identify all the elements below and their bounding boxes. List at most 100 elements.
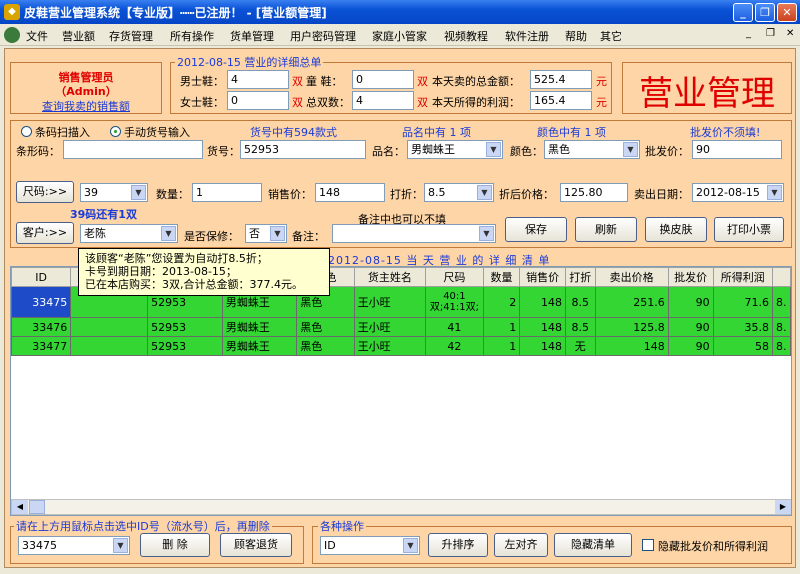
column-header[interactable]: 卖出价格	[594, 267, 669, 287]
delete-button[interactable]: 删 除	[140, 533, 210, 557]
column-header[interactable]: 销售价	[519, 267, 566, 287]
mdi-minimize-button[interactable]: _	[746, 28, 751, 39]
table-cell[interactable]: 251.6	[594, 286, 669, 318]
menu-inventory[interactable]: 存货管理	[109, 28, 153, 44]
table-cell[interactable]	[70, 317, 149, 337]
menu-help[interactable]: 帮助	[565, 28, 587, 44]
table-cell[interactable]: 58	[712, 336, 773, 356]
hide-wholesale-checkbox[interactable]	[642, 539, 654, 551]
minimize-button[interactable]: _	[733, 3, 753, 22]
customer-select[interactable]: 老陈 ▼	[80, 224, 178, 243]
horizontal-scrollbar[interactable]: ◀ ▶	[11, 499, 791, 515]
table-cell[interactable]: 王小旺	[353, 336, 427, 356]
table-cell[interactable]: 148	[519, 336, 566, 356]
table-cell[interactable]	[70, 336, 149, 356]
table-row[interactable]: 33476 52953 男蜘蛛王 黑色 王小旺 41 1 148 8.5 125.8 90 35.8 8…	[11, 317, 791, 337]
table-cell[interactable]: 1	[482, 317, 521, 337]
table-cell[interactable]: 125.8	[594, 317, 669, 337]
table-cell[interactable]: 90	[667, 317, 714, 337]
column-header[interactable]: ID	[11, 267, 72, 287]
column-header[interactable]: 打折	[565, 267, 596, 287]
column-header[interactable]: 所得利润	[712, 267, 773, 287]
table-cell[interactable]: 52953	[147, 317, 223, 337]
qty-input[interactable]: 1	[192, 183, 262, 202]
wholesale-input[interactable]: 90	[692, 140, 782, 159]
name-select[interactable]: 男蜘蛛王 ▼	[407, 140, 503, 159]
close-button[interactable]: ✕	[777, 3, 797, 22]
chevron-down-icon[interactable]: ▼	[477, 185, 492, 200]
table-cell[interactable]: 33477	[11, 336, 72, 356]
table-cell[interactable]: 8.5	[565, 317, 596, 337]
menu-video[interactable]: 视频教程	[444, 28, 488, 44]
menu-orders[interactable]: 货单管理	[230, 28, 274, 44]
column-header[interactable]	[771, 267, 791, 287]
table-cell[interactable]: 52953	[147, 336, 223, 356]
save-button[interactable]: 保存	[505, 217, 567, 242]
align-left-button[interactable]: 左对齐	[494, 533, 548, 557]
table-cell[interactable]: 8.5	[565, 286, 596, 318]
customer-button[interactable]: 客户:>>	[16, 222, 74, 244]
manual-radio[interactable]	[110, 126, 121, 137]
table-cell[interactable]: 42	[425, 336, 484, 356]
menu-register[interactable]: 软件注册	[505, 28, 549, 44]
menu-home[interactable]: 家庭小管家	[372, 28, 427, 44]
table-cell[interactable]: 41	[425, 317, 484, 337]
chevron-down-icon[interactable]: ▼	[270, 226, 285, 241]
women-count-field[interactable]: 0	[227, 91, 289, 110]
menu-other[interactable]: 其它	[600, 28, 622, 44]
table-cell[interactable]: 黑色	[296, 336, 355, 356]
table-cell[interactable]: 王小旺	[353, 286, 427, 318]
warranty-select[interactable]: 否 ▼	[245, 224, 287, 243]
table-cell[interactable]: 无	[565, 336, 596, 356]
chevron-down-icon[interactable]: ▼	[486, 142, 501, 157]
chevron-down-icon[interactable]: ▼	[623, 142, 638, 157]
after-discount-input[interactable]: 125.80	[560, 183, 628, 202]
table-cell[interactable]: 148	[519, 317, 566, 337]
print-receipt-button[interactable]: 打印小票	[714, 217, 784, 242]
sort-field-select[interactable]: ID ▼	[320, 536, 420, 555]
mdi-close-button[interactable]: ✕	[786, 28, 794, 39]
table-cell[interactable]: 男蜘蛛王	[221, 317, 298, 337]
price-input[interactable]: 148	[315, 183, 385, 202]
column-header[interactable]: 尺码	[425, 267, 484, 287]
column-header[interactable]: 数量	[482, 267, 521, 287]
table-cell[interactable]: 男蜘蛛王	[221, 336, 298, 356]
kids-count-field[interactable]: 0	[352, 70, 414, 89]
customer-return-button[interactable]: 顾客退货	[220, 533, 292, 557]
goods-no-input[interactable]: 52953	[240, 140, 366, 159]
mdi-restore-button[interactable]: ❐	[766, 28, 775, 39]
profit-field[interactable]: 165.4	[530, 91, 592, 110]
chevron-down-icon[interactable]: ▼	[479, 226, 494, 241]
table-cell[interactable]: 8.	[771, 286, 791, 318]
sort-asc-button[interactable]: 升排序	[428, 533, 488, 557]
chevron-down-icon[interactable]: ▼	[131, 185, 146, 200]
scroll-left-icon[interactable]: ◀	[12, 500, 28, 514]
maximize-button[interactable]: ❐	[755, 3, 775, 22]
column-header[interactable]: 批发价	[667, 267, 714, 287]
chevron-down-icon[interactable]: ▼	[161, 226, 176, 241]
table-cell[interactable]: 90	[667, 286, 714, 318]
total-pairs-field[interactable]: 4	[352, 91, 414, 110]
table-cell[interactable]: 33475	[11, 286, 72, 318]
refresh-button[interactable]: 刷新	[575, 217, 637, 242]
my-sales-link[interactable]: 查询我卖的销售额	[11, 98, 161, 114]
table-cell[interactable]: 71.6	[712, 286, 773, 318]
table-cell[interactable]: 35.8	[712, 317, 773, 337]
table-cell[interactable]: 王小旺	[353, 317, 427, 337]
remark-select[interactable]: ▼	[332, 224, 496, 243]
menu-file[interactable]: 文件	[26, 28, 48, 44]
total-amount-field[interactable]: 525.4	[530, 70, 592, 89]
column-header[interactable]: 货主姓名	[353, 267, 427, 287]
men-count-field[interactable]: 4	[227, 70, 289, 89]
table-cell[interactable]: 8.	[771, 336, 791, 356]
table-cell[interactable]: 33476	[11, 317, 72, 337]
size-select[interactable]: 39 ▼	[80, 183, 148, 202]
table-cell[interactable]: 1	[482, 336, 521, 356]
hide-list-button[interactable]: 隐藏清单	[554, 533, 632, 557]
chevron-down-icon[interactable]: ▼	[403, 538, 418, 553]
chevron-down-icon[interactable]: ▼	[113, 538, 128, 553]
date-picker[interactable]: 2012-08-15 ▼	[692, 183, 784, 202]
menu-revenue[interactable]: 营业额	[62, 28, 95, 44]
menu-all-ops[interactable]: 所有操作	[170, 28, 214, 44]
size-button[interactable]: 尺码:>>	[16, 181, 74, 203]
